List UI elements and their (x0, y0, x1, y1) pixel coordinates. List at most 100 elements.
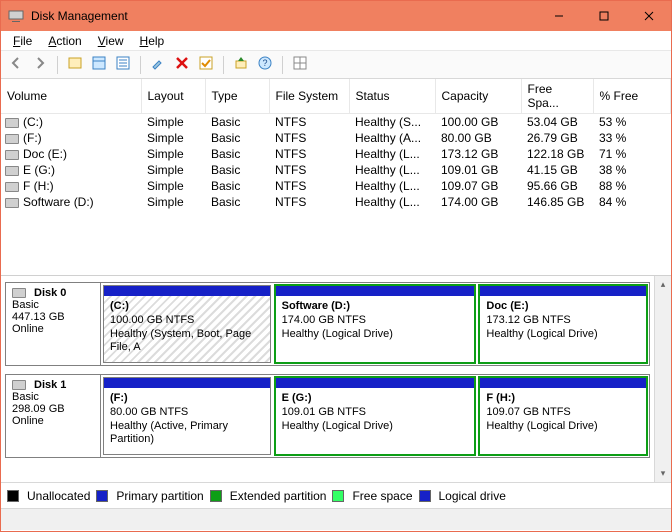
list-icon (115, 55, 131, 74)
close-button[interactable] (626, 1, 671, 31)
table-row[interactable]: Software (D:)SimpleBasicNTFSHealthy (L..… (1, 194, 671, 210)
partition-size: 174.00 GB NTFS (282, 314, 366, 326)
partition[interactable]: Doc (E:)173.12 GB NTFSHealthy (Logical D… (479, 285, 647, 363)
menu-view[interactable]: View (90, 32, 132, 50)
tool-button[interactable] (147, 54, 169, 76)
legend-label: Primary partition (116, 489, 203, 503)
disk-layout-pane: Disk 0Basic447.13 GBOnline(C:)100.00 GB … (1, 276, 671, 482)
partition-title: (F:) (110, 392, 128, 404)
cell-layout: Simple (141, 146, 205, 162)
up-button[interactable] (230, 54, 252, 76)
disk-icon (12, 380, 26, 390)
grid-icon (292, 55, 308, 74)
partition-status: Healthy (Logical Drive) (486, 328, 597, 340)
partition-size: 173.12 GB NTFS (486, 314, 570, 326)
table-row[interactable]: Doc (E:)SimpleBasicNTFSHealthy (L...173.… (1, 146, 671, 162)
status-bar (1, 508, 671, 530)
volume-name: (C:) (23, 115, 43, 129)
col-pct[interactable]: % Free (593, 79, 671, 114)
disk-state: Online (12, 323, 94, 335)
scroll-up-icon[interactable]: ▴ (655, 276, 671, 293)
scroll-down-icon[interactable]: ▾ (655, 465, 671, 482)
cell-pct: 84 % (593, 194, 671, 210)
partition-stripe (480, 378, 646, 388)
disk-header[interactable]: Disk 1Basic298.09 GBOnline (6, 375, 101, 457)
menu-file[interactable]: File (5, 32, 40, 50)
partition[interactable]: (C:)100.00 GB NTFSHealthy (System, Boot,… (103, 285, 271, 363)
cell-status: Healthy (A... (349, 130, 435, 146)
disk-type: Basic (12, 299, 94, 311)
cell-type: Basic (205, 162, 269, 178)
partition-stripe (104, 286, 270, 296)
legend-swatch-unallocated (7, 490, 19, 502)
delete-button[interactable] (171, 54, 193, 76)
col-volume[interactable]: Volume (1, 79, 141, 114)
cell-capacity: 100.00 GB (435, 114, 521, 131)
cell-capacity: 109.07 GB (435, 178, 521, 194)
partition-stripe (104, 378, 270, 388)
partition[interactable]: E (G:)109.01 GB NTFSHealthy (Logical Dri… (275, 377, 476, 455)
col-type[interactable]: Type (205, 79, 269, 114)
col-layout[interactable]: Layout (141, 79, 205, 114)
vertical-scrollbar[interactable]: ▴ ▾ (654, 276, 671, 482)
partition[interactable]: F (H:)109.07 GB NTFSHealthy (Logical Dri… (479, 377, 647, 455)
cell-fs: NTFS (269, 162, 349, 178)
app-icon (8, 8, 24, 24)
properties-button[interactable] (88, 54, 110, 76)
cell-free: 26.79 GB (521, 130, 593, 146)
volume-icon (5, 182, 19, 192)
legend-swatch-free (332, 490, 344, 502)
col-free[interactable]: Free Spa... (521, 79, 593, 114)
help-button[interactable]: ? (254, 54, 276, 76)
partition[interactable]: (F:)80.00 GB NTFSHealthy (Active, Primar… (103, 377, 271, 455)
cell-type: Basic (205, 130, 269, 146)
refresh-button[interactable] (64, 54, 86, 76)
volume-name: Doc (E:) (23, 147, 67, 161)
cell-pct: 33 % (593, 130, 671, 146)
maximize-button[interactable] (581, 1, 626, 31)
table-header-row[interactable]: Volume Layout Type File System Status Ca… (1, 79, 671, 114)
menu-action[interactable]: Action (40, 32, 89, 50)
volume-name: F (H:) (23, 179, 54, 193)
legend-label: Extended partition (230, 489, 327, 503)
table-row[interactable]: (F:)SimpleBasicNTFSHealthy (A...80.00 GB… (1, 130, 671, 146)
check-button[interactable] (195, 54, 217, 76)
list-view-button[interactable] (112, 54, 134, 76)
partition-status: Healthy (Logical Drive) (486, 420, 597, 432)
col-status[interactable]: Status (349, 79, 435, 114)
cell-capacity: 174.00 GB (435, 194, 521, 210)
volume-icon (5, 150, 19, 160)
volume-table[interactable]: Volume Layout Type File System Status Ca… (1, 79, 671, 210)
minimize-button[interactable] (536, 1, 581, 31)
table-row[interactable]: (C:)SimpleBasicNTFSHealthy (S...100.00 G… (1, 114, 671, 131)
refresh-icon (67, 55, 83, 74)
partition-size: 109.07 GB NTFS (486, 406, 570, 418)
toolbar: ? (1, 51, 671, 79)
table-row[interactable]: F (H:)SimpleBasicNTFSHealthy (L...109.07… (1, 178, 671, 194)
toolbar-separator (282, 56, 283, 74)
legend-swatch-extended (210, 490, 222, 502)
partition[interactable]: Software (D:)174.00 GB NTFSHealthy (Logi… (275, 285, 476, 363)
cell-pct: 38 % (593, 162, 671, 178)
table-row[interactable]: E (G:)SimpleBasicNTFSHealthy (L...109.01… (1, 162, 671, 178)
cell-type: Basic (205, 114, 269, 131)
forward-button[interactable] (29, 54, 51, 76)
menu-help[interactable]: Help (132, 32, 173, 50)
cell-free: 53.04 GB (521, 114, 593, 131)
cell-layout: Simple (141, 162, 205, 178)
back-button[interactable] (5, 54, 27, 76)
grid-button[interactable] (289, 54, 311, 76)
menu-bar: File Action View Help (1, 31, 671, 51)
forward-icon (32, 55, 48, 74)
cell-type: Basic (205, 194, 269, 210)
disk-partitions: (F:)80.00 GB NTFSHealthy (Active, Primar… (101, 375, 649, 457)
wrench-icon (150, 55, 166, 74)
disk-header[interactable]: Disk 0Basic447.13 GBOnline (6, 283, 101, 365)
legend-swatch-primary (96, 490, 108, 502)
scroll-track[interactable] (655, 293, 671, 465)
col-fs[interactable]: File System (269, 79, 349, 114)
cell-capacity: 80.00 GB (435, 130, 521, 146)
cell-type: Basic (205, 146, 269, 162)
cell-type: Basic (205, 178, 269, 194)
col-capacity[interactable]: Capacity (435, 79, 521, 114)
